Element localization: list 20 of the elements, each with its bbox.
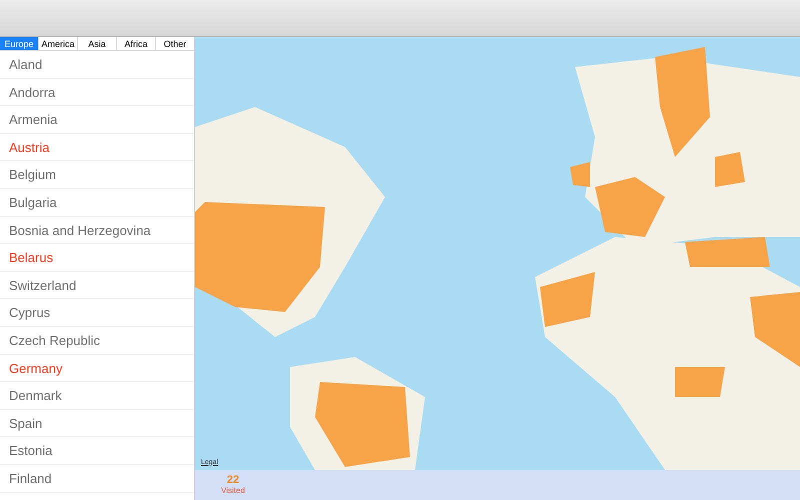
country-item[interactable]: Armenia bbox=[0, 106, 194, 134]
country-item[interactable]: Bulgaria bbox=[0, 188, 194, 217]
region-tab[interactable]: America bbox=[38, 37, 77, 50]
visited-label: Visited bbox=[221, 486, 245, 496]
country-item[interactable]: Andorra bbox=[0, 78, 194, 106]
country-item[interactable]: Czech Republic bbox=[0, 326, 194, 355]
country-item[interactable]: Cyprus bbox=[0, 299, 194, 327]
country-item[interactable]: Aland bbox=[0, 51, 194, 79]
country-item[interactable]: Switzerland bbox=[0, 272, 194, 300]
country-item[interactable]: Estonia bbox=[0, 437, 194, 465]
visited-count: 22 bbox=[226, 474, 240, 486]
country-item[interactable]: Belarus bbox=[0, 244, 194, 272]
country-item[interactable]: Germany bbox=[0, 354, 194, 382]
country-item[interactable]: Finland bbox=[0, 464, 194, 492]
country-item[interactable]: Austria bbox=[0, 134, 194, 162]
country-item[interactable]: Belgium bbox=[0, 161, 194, 189]
country-item[interactable]: Denmark bbox=[0, 382, 194, 410]
region-tab[interactable]: Europe bbox=[0, 37, 38, 50]
country-item[interactable]: Spain bbox=[0, 410, 194, 438]
country-item[interactable]: Bosnia and Herzegovina bbox=[0, 216, 194, 244]
